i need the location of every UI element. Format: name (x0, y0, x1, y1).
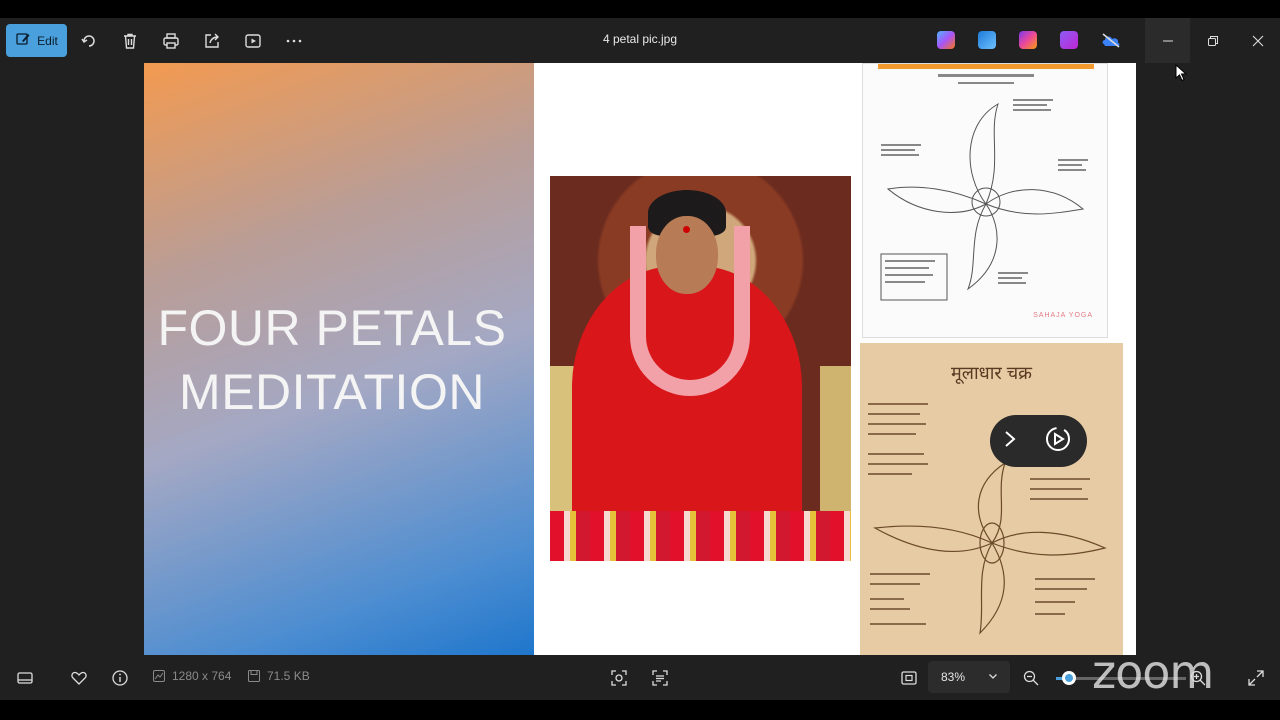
favorite-button[interactable] (70, 669, 88, 687)
clipchamp-icon[interactable] (1060, 31, 1078, 49)
close-button[interactable] (1235, 18, 1280, 63)
zoom-out-icon (1023, 670, 1039, 686)
minimize-button[interactable] (1145, 18, 1190, 63)
filmstrip-icon (17, 672, 33, 684)
delete-button[interactable] (113, 24, 147, 57)
photos-app-window: Edit 4 petal pic.jpg FOUR PETALS MEDITAT… (0, 18, 1280, 700)
full-screen-button[interactable] (1247, 669, 1265, 687)
edit-label: Edit (37, 33, 58, 48)
image-canvas[interactable]: FOUR PETALS MEDITATION SAHAJA YOGA मूलाध… (144, 63, 1136, 655)
zoom-out-button[interactable] (1022, 669, 1040, 687)
chevron-down-icon (989, 674, 997, 679)
designer-icon[interactable] (1019, 31, 1037, 49)
share-icon (205, 33, 219, 48)
scan-text-button[interactable] (651, 669, 669, 687)
file-info-button[interactable] (111, 669, 129, 687)
fit-window-icon (901, 671, 917, 685)
slideshow-icon (245, 33, 261, 48)
overlay-controls (990, 415, 1087, 467)
file-size: 71.5 KB (247, 669, 310, 683)
zoom-level-select[interactable]: 83% (928, 661, 1010, 693)
edit-icon (15, 31, 31, 50)
more-options-button[interactable] (277, 24, 311, 57)
next-icon[interactable] (1003, 429, 1017, 454)
rotate-button[interactable] (72, 24, 106, 57)
slide-title: FOUR PETALS MEDITATION (144, 296, 520, 424)
zoom-in-icon (1190, 670, 1206, 686)
file-size-text: 71.5 KB (267, 669, 310, 683)
filmstrip-button[interactable] (16, 669, 34, 687)
delete-icon (124, 33, 136, 49)
photo-editor-icon[interactable] (978, 31, 996, 49)
minimize-icon (1162, 40, 1173, 41)
zoom-value: 83% (941, 670, 966, 684)
save-icon (248, 670, 260, 682)
bottom-bar: 1280 x 764 71.5 KB 83% zoom (0, 645, 1280, 700)
print-icon (163, 32, 179, 49)
slide-title-panel: FOUR PETALS MEDITATION (144, 63, 534, 655)
restore-button[interactable] (1190, 18, 1235, 63)
live-video-icon[interactable] (1042, 423, 1074, 460)
diagram-brand: SAHAJA YOGA (1033, 312, 1093, 319)
edit-button[interactable]: Edit (6, 24, 67, 57)
more-icon (286, 39, 302, 42)
visual-search-icon (611, 670, 627, 686)
share-button[interactable] (195, 24, 229, 57)
zoom-slider-thumb[interactable] (1062, 671, 1076, 685)
slide-title-line-2: MEDITATION (179, 364, 485, 420)
restore-icon (1207, 35, 1218, 46)
slide-title-line-1: FOUR PETALS (157, 300, 507, 356)
visual-search-button[interactable] (610, 669, 628, 687)
scan-text-icon (652, 670, 668, 686)
toolbar: Edit 4 petal pic.jpg (0, 18, 1280, 63)
image-dimensions: 1280 x 764 (152, 669, 231, 683)
four-petal-diagram-english: SAHAJA YOGA (862, 63, 1108, 338)
portrait-photo (550, 176, 851, 561)
fit-to-window-button[interactable] (900, 669, 918, 687)
info-icon (112, 670, 128, 686)
four-petal-diagram-hindi: मूलाधार चक्र (860, 343, 1123, 655)
dimensions-icon (153, 670, 165, 682)
onedrive-icon[interactable] (1101, 31, 1121, 49)
close-icon (1252, 35, 1263, 46)
slideshow-button[interactable] (236, 24, 270, 57)
heart-icon (71, 671, 87, 685)
top-letterbox (0, 0, 1280, 18)
expand-icon (1248, 670, 1264, 686)
print-button[interactable] (154, 24, 188, 57)
rotate-icon (81, 34, 95, 47)
bottom-letterbox (0, 700, 1280, 720)
zoom-in-button[interactable] (1189, 669, 1207, 687)
dimensions-text: 1280 x 764 (172, 669, 232, 683)
mouse-cursor (1175, 63, 1188, 87)
file-title: 4 petal pic.jpg (602, 32, 678, 46)
copilot-icon[interactable] (937, 31, 955, 49)
